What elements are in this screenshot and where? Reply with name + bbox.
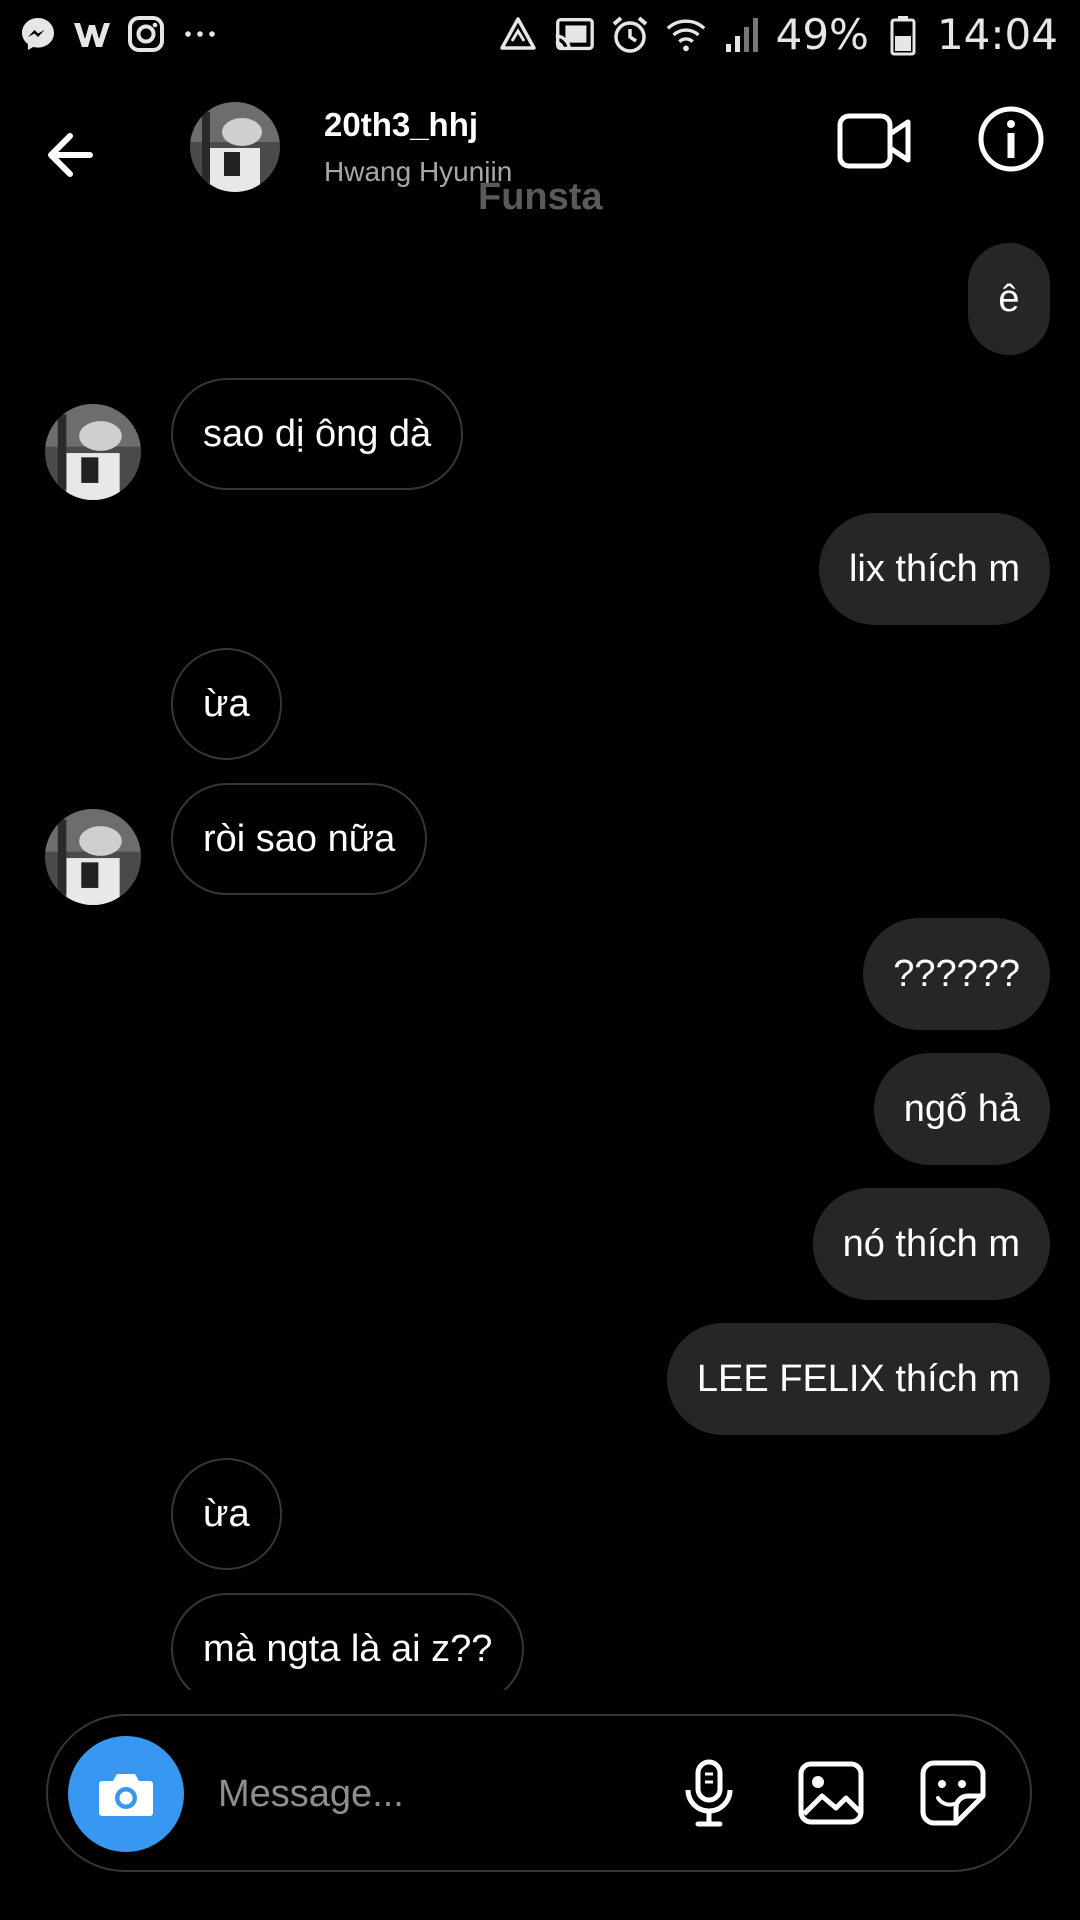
- battery-percent: 49%: [775, 10, 869, 59]
- instagram-icon: [126, 14, 166, 54]
- battery-icon: [881, 13, 925, 57]
- message-bubble-outgoing[interactable]: ngố hả: [873, 1053, 1050, 1165]
- watermark-text: Funsta: [478, 176, 603, 218]
- wifi-icon: [664, 13, 708, 57]
- sticker-icon: [920, 1760, 986, 1826]
- message-bubble-incoming[interactable]: ừa: [171, 1458, 282, 1570]
- signal-icon: [720, 13, 764, 57]
- alarm-icon: [608, 13, 652, 57]
- message-bubble-outgoing[interactable]: ê: [968, 243, 1050, 355]
- message-input[interactable]: [216, 1762, 660, 1826]
- message-bubble-outgoing[interactable]: nó thích m: [812, 1188, 1050, 1300]
- profile-photo-icon: [45, 809, 141, 905]
- back-button[interactable]: [40, 120, 110, 190]
- message-bubble-incoming[interactable]: ừa: [171, 648, 282, 760]
- status-bar: 49% 14:04: [0, 0, 1080, 72]
- sender-avatar[interactable]: [45, 809, 141, 905]
- video-camera-icon: [837, 113, 911, 169]
- video-call-button[interactable]: [836, 110, 912, 172]
- sender-avatar[interactable]: [45, 404, 141, 500]
- voice-message-button[interactable]: [674, 1758, 744, 1828]
- gallery-button[interactable]: [796, 1758, 866, 1828]
- message-bubble-outgoing[interactable]: LEE FELIX thích m: [666, 1323, 1050, 1435]
- chat-header: 20th3_hhj Hwang Hyunjin Funsta: [0, 80, 1080, 220]
- message-bubble-incoming[interactable]: ròi sao nữa: [171, 783, 428, 895]
- contact-avatar[interactable]: [190, 102, 280, 192]
- info-icon: [978, 106, 1044, 172]
- message-thread[interactable]: ê sao dị ông dà lix thích m ừa ròi sao n…: [0, 230, 1080, 1690]
- message-bubble-incoming[interactable]: mà ngta là ai z??: [171, 1593, 525, 1690]
- message-bubble-incoming[interactable]: sao dị ông dà: [171, 378, 464, 490]
- image-icon: [798, 1761, 864, 1825]
- sticker-button[interactable]: [918, 1758, 988, 1828]
- back-arrow-icon: [48, 133, 93, 177]
- more-dots-icon: [180, 14, 220, 54]
- w-app-icon: [72, 14, 112, 54]
- contact-username[interactable]: 20th3_hhj: [324, 106, 478, 144]
- recycle-icon: [496, 13, 540, 57]
- camera-icon: [99, 1774, 153, 1816]
- status-bar-system: 49% 14:04: [496, 10, 1058, 59]
- info-button[interactable]: [976, 104, 1046, 174]
- message-composer: [46, 1714, 1032, 1872]
- status-bar-notifications: [18, 14, 220, 54]
- messenger-icon: [18, 14, 58, 54]
- clock: 14:04: [936, 10, 1058, 59]
- message-bubble-outgoing[interactable]: lix thích m: [818, 513, 1050, 625]
- cast-icon: [552, 13, 596, 57]
- message-bubble-outgoing[interactable]: ??????: [863, 918, 1050, 1030]
- profile-photo-icon: [45, 404, 141, 500]
- profile-photo-icon: [190, 102, 280, 192]
- microphone-icon: [685, 1759, 733, 1827]
- camera-button[interactable]: [68, 1736, 184, 1852]
